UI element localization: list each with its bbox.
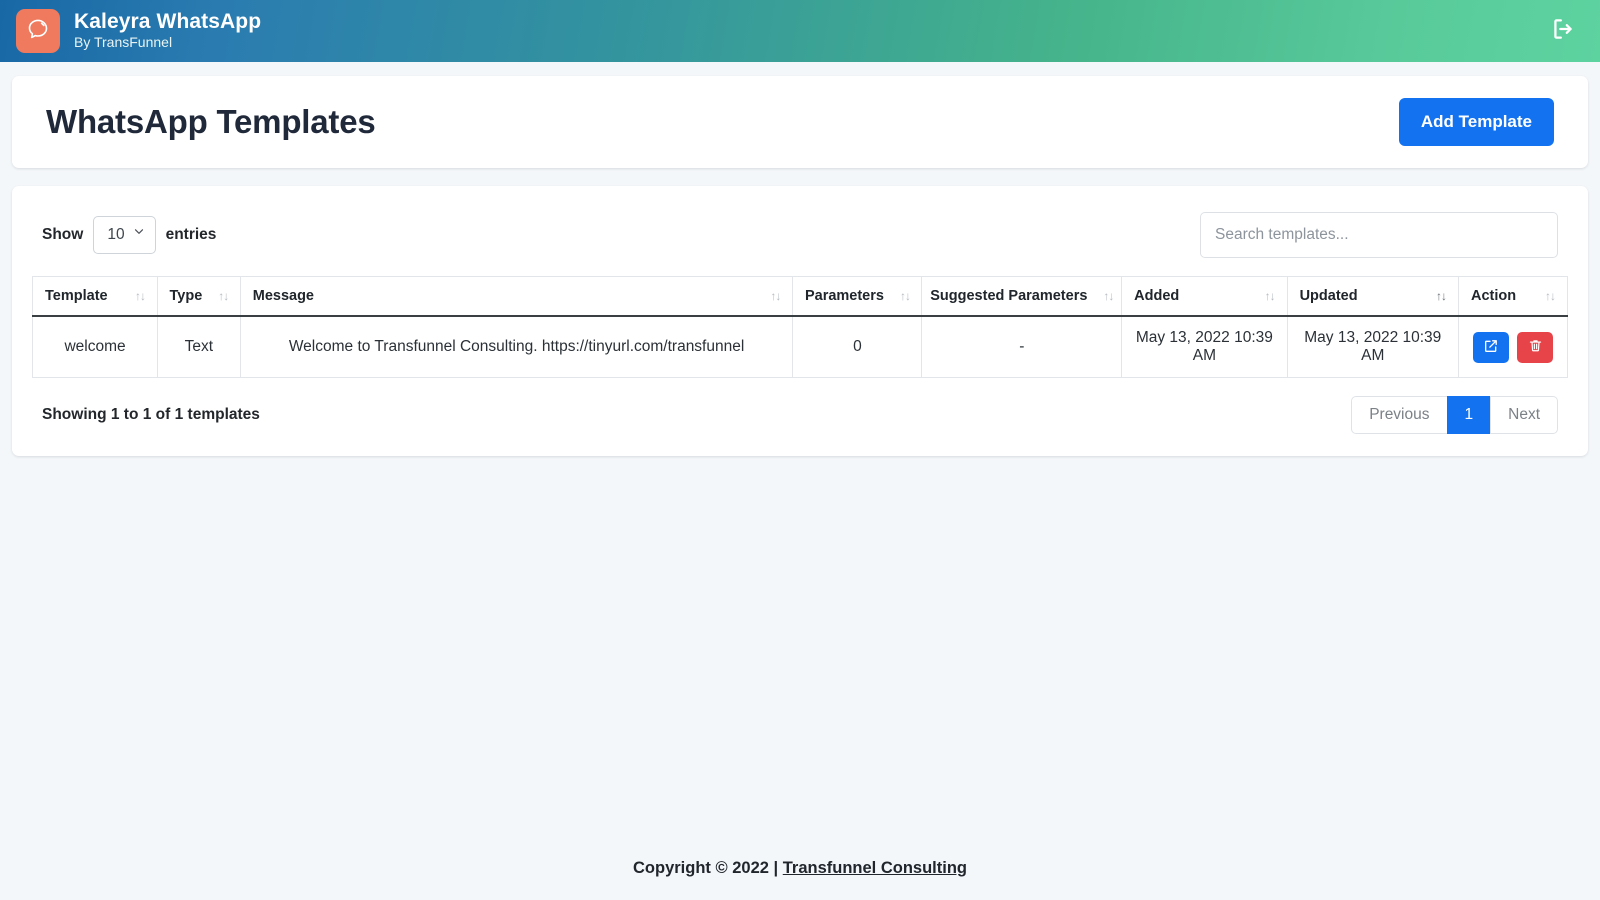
site-footer: Copyright © 2022 | Transfunnel Consultin… (0, 859, 1600, 878)
table-footer: Showing 1 to 1 of 1 templates Previous 1… (32, 378, 1568, 434)
table-toolbar: Show 10 entries (32, 206, 1568, 276)
cell-updated: May 13, 2022 10:39 AM (1286, 315, 1460, 378)
page-length-control: Show 10 entries (42, 216, 216, 254)
logout-button[interactable] (1546, 14, 1580, 48)
pagination-page-1[interactable]: 1 (1446, 396, 1492, 434)
entries-label: entries (165, 226, 217, 243)
sort-icon-active-desc: ↑↓ (1436, 289, 1447, 303)
sort-icon: ↑↓ (770, 289, 781, 303)
column-label: Action (1471, 288, 1517, 304)
search-input[interactable] (1200, 212, 1558, 258)
column-header-suggested-parameters[interactable]: Suggested Parameters ↑↓ (921, 276, 1123, 317)
chevron-down-icon (132, 225, 146, 244)
column-header-added[interactable]: Added ↑↓ (1121, 276, 1288, 317)
column-label: Type (169, 288, 203, 304)
pagination-previous[interactable]: Previous (1351, 396, 1448, 434)
showing-entries-info: Showing 1 to 1 of 1 templates (42, 406, 260, 423)
app-title: Kaleyra WhatsApp (74, 10, 262, 34)
cell-suggested-parameters: - (921, 315, 1123, 378)
copyright-text: Copyright © 2022 | (633, 859, 783, 877)
company-link[interactable]: Transfunnel Consulting (783, 859, 967, 877)
table-row[interactable]: welcome Text Welcome to Transfunnel Cons… (31, 315, 1568, 378)
column-header-template[interactable]: Template ↑↓ (31, 276, 159, 317)
sort-icon: ↑↓ (218, 289, 229, 303)
brand-text: Kaleyra WhatsApp By TransFunnel (74, 10, 261, 51)
delete-template-button[interactable] (1517, 331, 1553, 363)
brand: Kaleyra WhatsApp By TransFunnel (16, 9, 261, 53)
pagination-next[interactable]: Next (1490, 396, 1558, 434)
sort-icon: ↑↓ (899, 289, 911, 303)
cell-added: May 13, 2022 10:39 AM (1121, 315, 1288, 378)
page-length-value: 10 (107, 226, 125, 243)
table-header-row: Template ↑↓ Type ↑↓ Message ↑↓ Parameter… (31, 276, 1568, 317)
column-header-type[interactable]: Type ↑↓ (157, 276, 241, 317)
add-template-button[interactable]: Add Template (1398, 98, 1554, 146)
app-header: Kaleyra WhatsApp By TransFunnel (0, 0, 1600, 62)
templates-table-card: Show 10 entries Search templates... Temp… (12, 186, 1588, 456)
column-label: Added (1134, 288, 1180, 304)
cell-message: Welcome to Transfunnel Consulting. https… (239, 315, 794, 378)
cell-action (1458, 315, 1568, 378)
sort-icon: ↑↓ (135, 289, 146, 303)
page-content: WhatsApp Templates Add Template Show 10 … (0, 62, 1600, 456)
sort-icon: ↑↓ (1264, 289, 1276, 303)
trash-icon (1528, 338, 1543, 356)
column-header-updated[interactable]: Updated ↑↓ (1286, 276, 1460, 317)
chat-bubble-icon (26, 17, 50, 46)
column-label: Updated (1299, 288, 1358, 304)
page-title-bar: WhatsApp Templates Add Template (12, 76, 1588, 168)
cell-parameters: 0 (792, 315, 923, 378)
column-label: Parameters (804, 288, 884, 304)
edit-pencil-icon (1483, 338, 1499, 357)
column-label: Template (45, 288, 108, 304)
column-label: Message (252, 288, 314, 304)
column-label: Suggested Parameters (930, 288, 1088, 304)
pagination: Previous 1 Next (1351, 396, 1558, 434)
show-label: Show (42, 226, 84, 243)
logout-icon (1550, 16, 1576, 47)
edit-template-button[interactable] (1473, 331, 1509, 363)
column-header-parameters[interactable]: Parameters ↑↓ (792, 276, 923, 317)
app-subtitle: By TransFunnel (74, 33, 173, 50)
cell-template: welcome (31, 315, 159, 378)
column-header-message[interactable]: Message ↑↓ (239, 276, 794, 317)
column-header-action[interactable]: Action ↑↓ (1458, 276, 1568, 317)
templates-table: Template ↑↓ Type ↑↓ Message ↑↓ Parameter… (31, 276, 1568, 378)
page-length-select[interactable]: 10 (93, 216, 156, 254)
sort-icon: ↑↓ (1103, 289, 1114, 303)
sort-icon: ↑↓ (1545, 289, 1556, 303)
page-title: WhatsApp Templates (46, 103, 376, 140)
app-logo (16, 9, 60, 53)
cell-type: Text (157, 315, 241, 378)
